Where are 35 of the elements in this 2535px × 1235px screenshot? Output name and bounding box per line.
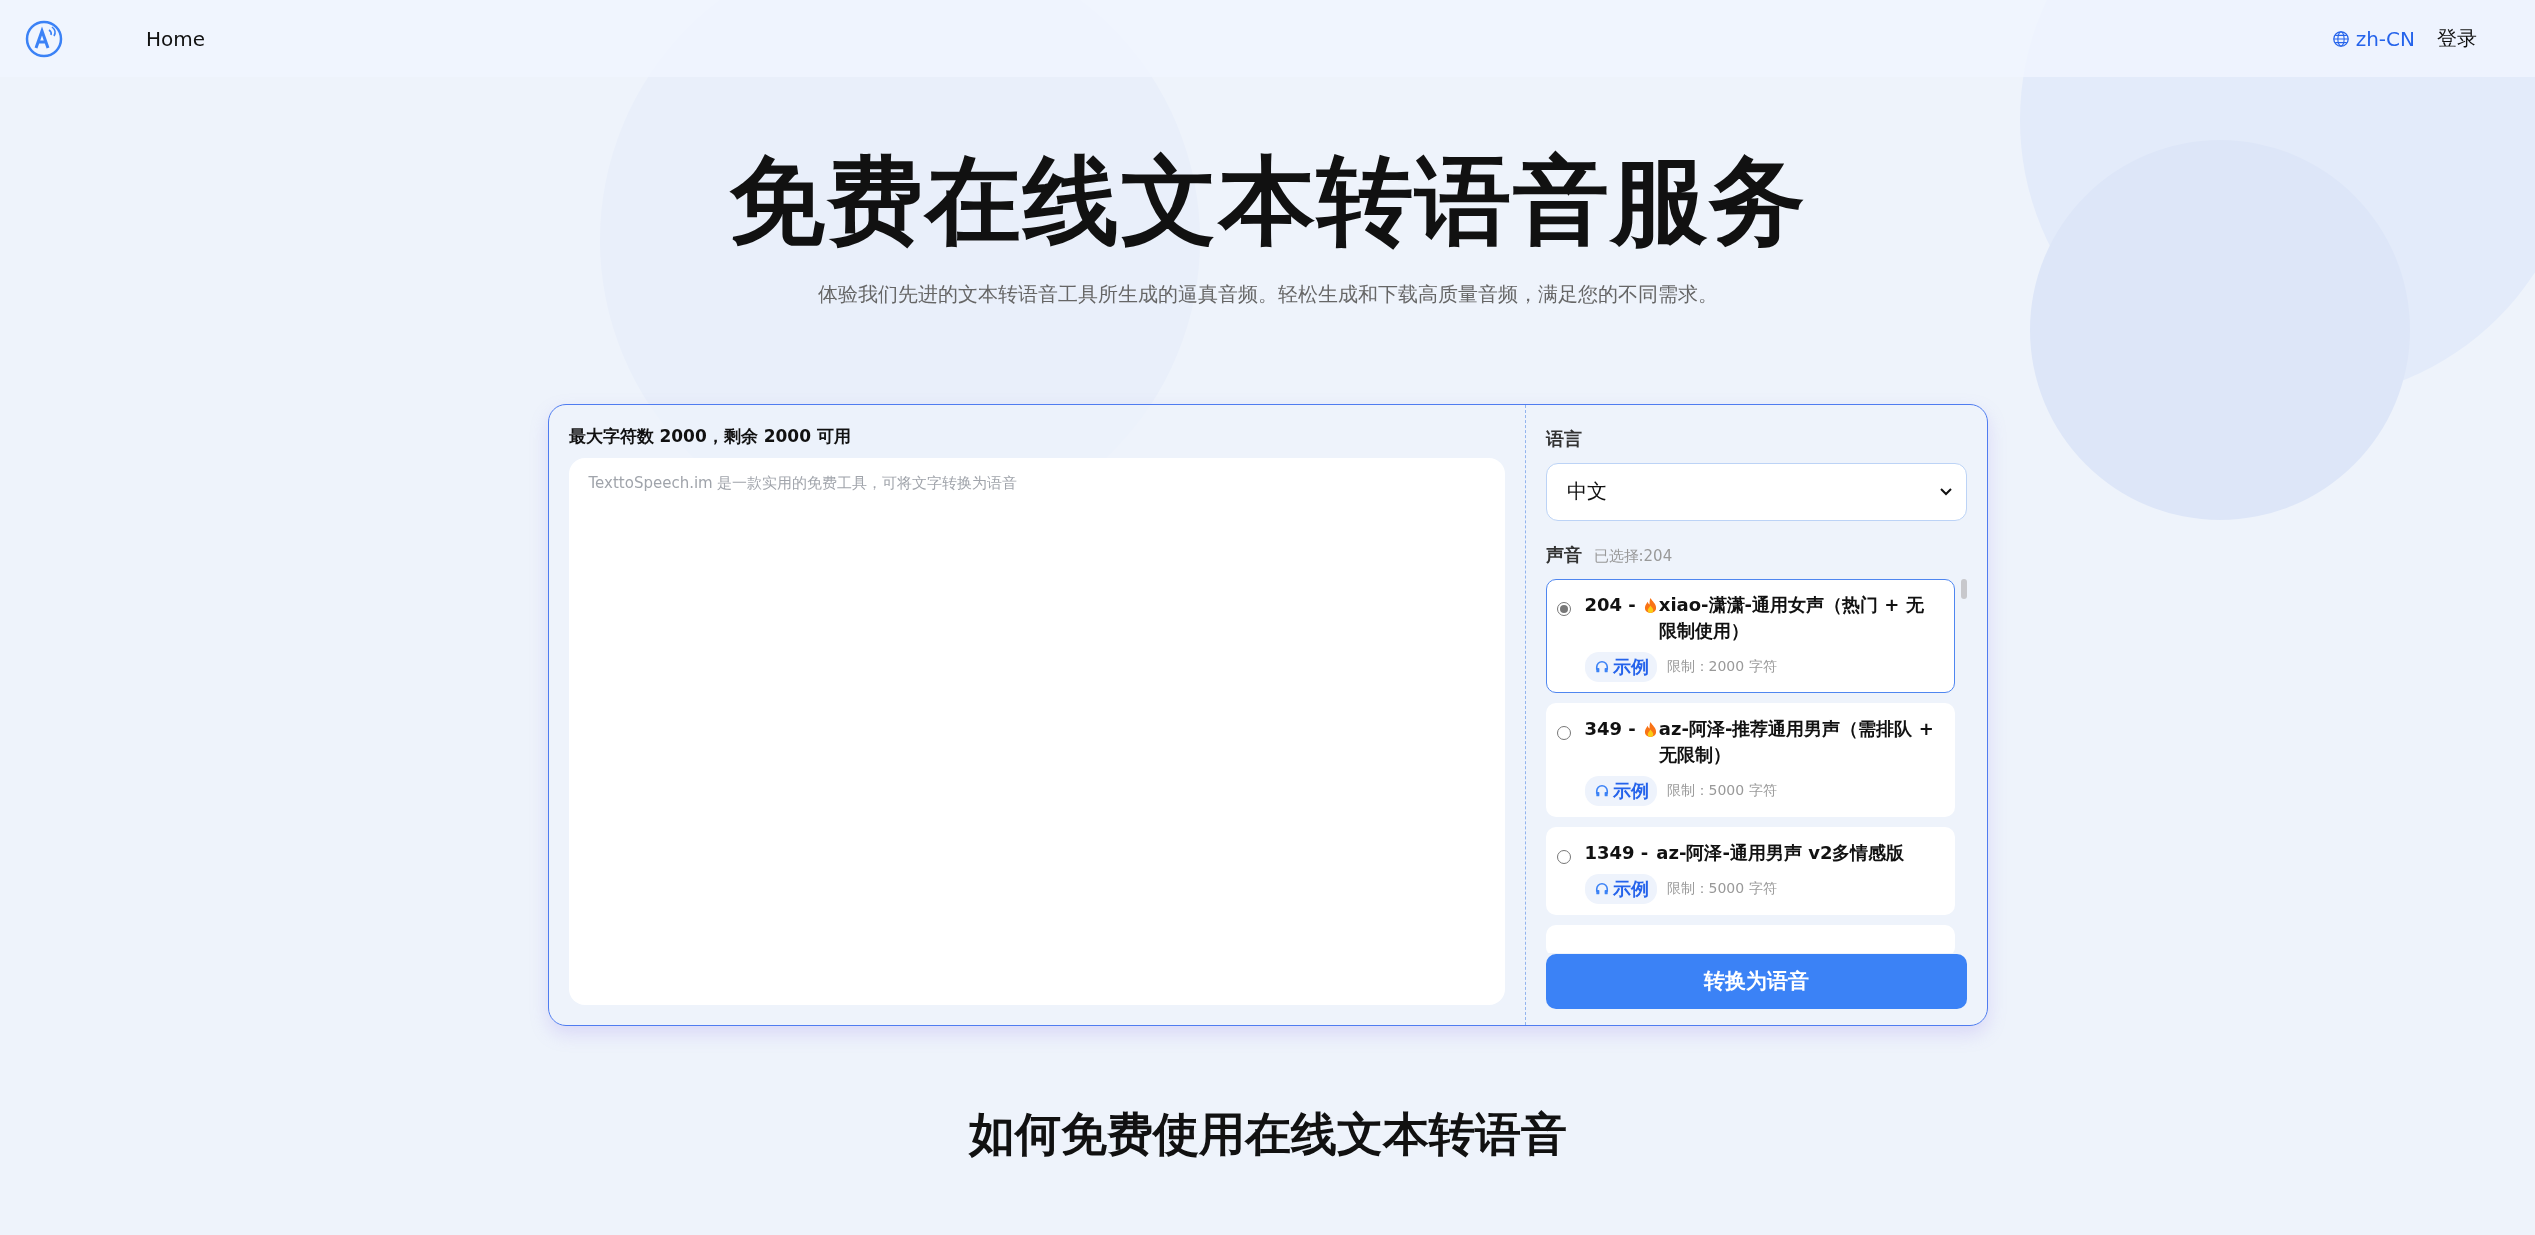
voice-id: 204 - <box>1584 592 1636 617</box>
sample-button[interactable]: 示例 <box>1584 874 1657 905</box>
globe-icon <box>2331 29 2350 48</box>
headphones-icon <box>1594 882 1609 897</box>
section-heading: 如何免费使用在线文本转语音 <box>968 1105 1567 1163</box>
logo-icon[interactable] <box>24 18 64 59</box>
selected-voice-text: 已选择:204 <box>1593 546 1673 566</box>
character-counter: 最大字符数 2000，剩余 2000 可用 <box>568 424 852 448</box>
voice-option[interactable]: 1349 - az-阿泽-通用男声 v2多情感版 示例 限制：5000 字符 <box>1545 826 1955 916</box>
scrollbar-thumb[interactable] <box>1960 578 1967 599</box>
voice-option[interactable]: 349 - az-阿泽-推荐通用男声（需排队 + 无限制） 示例 限制：5000 字符 <box>1545 702 1955 817</box>
headphones-icon <box>1594 783 1609 798</box>
login-link[interactable]: 登录 <box>2437 25 2477 52</box>
voice-name: xiao-潇潇-通用女声（热门 + 无限制使用） <box>1658 592 1925 643</box>
headphones-icon <box>1594 659 1609 674</box>
sample-button[interactable]: 示例 <box>1584 775 1657 806</box>
voice-name: az-阿泽-推荐通用男声（需排队 + 无限制） <box>1658 716 1935 767</box>
home-link[interactable]: Home <box>146 26 206 51</box>
sample-button[interactable]: 示例 <box>1584 651 1657 682</box>
convert-button[interactable]: 转换为语音 <box>1545 953 1967 1009</box>
character-limit: 限制：5000 字符 <box>1666 880 1777 899</box>
voice-id: 349 - <box>1584 716 1636 741</box>
page-title: 免费在线文本转语音服务 <box>728 149 1807 255</box>
voice-id: 1349 - <box>1584 840 1649 865</box>
character-limit: 限制：5000 字符 <box>1666 781 1777 800</box>
page-subtitle: 体验我们先进的文本转语音工具所生成的逼真音频。轻松生成和下载高质量音频，满足您的不同需求。 <box>817 280 1718 308</box>
character-limit: 限制：2000 字符 <box>1666 657 1777 676</box>
voice-name: az-阿泽-通用男声 v2多情感版 <box>1656 840 1906 865</box>
language-label: 语言 <box>1545 426 1583 451</box>
voice-option[interactable]: 204 - xiao-潇潇-通用女声（热门 + 无限制使用） 示例 限制：2000 字符 <box>1545 578 1955 693</box>
language-select[interactable]: 中文 <box>1545 462 1967 521</box>
text-input-field[interactable]: TexttoSpeech.im 是一款实用的免费工具，可将文字转换为语音 <box>568 457 1505 1005</box>
chevron-down-icon <box>1939 487 1952 496</box>
language-switcher[interactable]: zh-CN <box>2331 26 2415 51</box>
voice-label: 声音 <box>1545 542 1582 567</box>
